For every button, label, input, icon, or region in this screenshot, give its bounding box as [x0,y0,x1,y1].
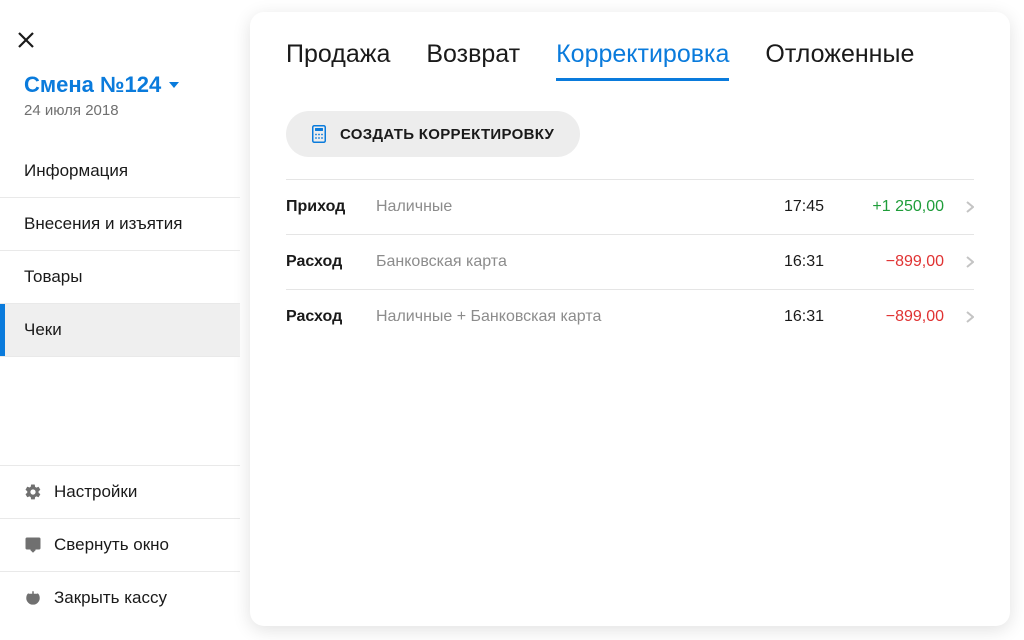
sidebar-nav: Информация Внесения и изъятия Товары Чек… [0,145,240,357]
sidebar-item-deposits[interactable]: Внесения и изъятия [0,198,240,251]
tab-return[interactable]: Возврат [426,40,520,81]
tab-label: Корректировка [556,40,729,68]
chevron-right-icon [944,256,974,268]
sidebar: Смена №124 24 июля 2018 Информация Внесе… [0,0,240,640]
row-type: Расход [286,308,376,326]
table-row[interactable]: Расход Банковская карта 16:31 −899,00 [286,234,974,289]
sidebar-item-info[interactable]: Информация [0,145,240,198]
row-amount: −899,00 [824,253,944,271]
row-time: 16:31 [760,253,824,271]
table-row[interactable]: Приход Наличные 17:45 +1 250,00 [286,179,974,234]
tab-label: Отложенные [765,40,914,68]
calculator-icon [312,125,326,143]
sidebar-minimize[interactable]: Свернуть окно [0,519,240,572]
row-time: 16:31 [760,308,824,326]
table-row[interactable]: Расход Наличные + Банковская карта 16:31… [286,289,974,344]
action-label: Закрыть кассу [54,588,167,608]
shift-date: 24 июля 2018 [24,102,216,119]
row-amount: −899,00 [824,308,944,326]
main-panel: Продажа Возврат Корректировка Отложенные… [250,12,1010,626]
shift-selector[interactable]: Смена №124 [24,72,216,98]
action-label: Настройки [54,482,137,502]
button-label: СОЗДАТЬ КОРРЕКТИРОВКУ [340,126,554,143]
row-amount: +1 250,00 [824,198,944,216]
row-method: Банковская карта [376,253,760,271]
sidebar-item-label: Внесения и изъятия [24,214,182,233]
sidebar-bottom-actions: Настройки Свернуть окно Закрыть кассу [0,465,240,640]
main-panel-wrap: Продажа Возврат Корректировка Отложенные… [240,0,1024,640]
tab-label: Продажа [286,40,390,68]
sidebar-item-products[interactable]: Товары [0,251,240,304]
sidebar-item-receipts[interactable]: Чеки [0,304,240,357]
row-type: Приход [286,198,376,216]
sidebar-item-label: Товары [24,267,82,286]
tab-label: Возврат [426,40,520,68]
sidebar-close-register[interactable]: Закрыть кассу [0,572,240,624]
close-button[interactable] [18,20,58,60]
gear-icon [24,483,42,501]
tab-correction[interactable]: Корректировка [556,40,729,81]
tab-sale[interactable]: Продажа [286,40,390,81]
correction-table: Приход Наличные 17:45 +1 250,00 Расход Б… [286,179,974,344]
shift-header: Смена №124 24 июля 2018 [0,60,240,137]
row-type: Расход [286,253,376,271]
chevron-right-icon [944,201,974,213]
row-method: Наличные + Банковская карта [376,308,760,326]
row-method: Наличные [376,198,760,216]
chevron-right-icon [944,311,974,323]
caret-down-icon [169,80,179,90]
row-time: 17:45 [760,198,824,216]
shift-title: Смена №124 [24,72,161,98]
tab-bar: Продажа Возврат Корректировка Отложенные [286,40,974,81]
sidebar-item-label: Чеки [24,320,62,339]
close-icon [18,32,34,48]
sidebar-item-label: Информация [24,161,128,180]
sidebar-settings[interactable]: Настройки [0,465,240,519]
create-correction-button[interactable]: СОЗДАТЬ КОРРЕКТИРОВКУ [286,111,580,157]
tab-pending[interactable]: Отложенные [765,40,914,81]
action-label: Свернуть окно [54,535,169,555]
minimize-window-icon [24,536,42,554]
power-icon [24,589,42,607]
